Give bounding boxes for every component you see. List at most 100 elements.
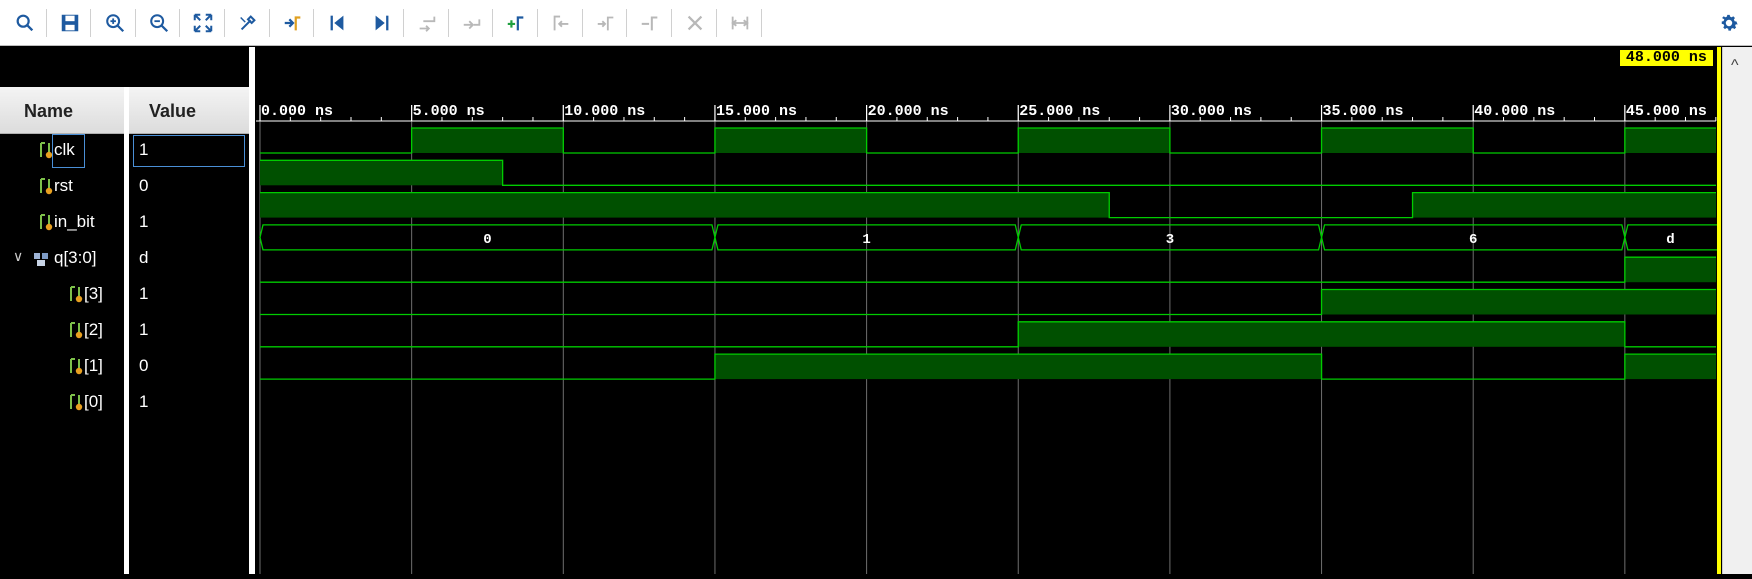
high-fill [1624,128,1716,153]
toolbar-separator [671,9,672,37]
signal-name: q[3:0] [54,248,97,267]
high-fill [1018,321,1625,347]
bus-value-label: d [1666,232,1674,248]
toolbar-separator [403,9,404,37]
go-to-start-button[interactable] [320,6,354,40]
toolbar-separator [716,9,717,37]
bus-value-label: 0 [483,232,491,248]
value-column-header[interactable]: Value [129,87,249,134]
vertical-scrollbar[interactable]: ^ [1722,47,1752,574]
tick-label: 35.000 ns [1323,103,1404,120]
signal-value-row[interactable]: 1 [133,387,245,419]
toolbar-separator [313,9,314,37]
signal-name-row[interactable]: in_bit [0,207,124,239]
swap-marker-button [633,6,667,40]
go-to-end-button[interactable] [365,6,399,40]
zoom-out-button[interactable] [142,6,176,40]
signal-value: 0 [139,176,149,195]
signal-name-row[interactable]: rst [0,171,124,203]
search-icon [16,14,34,32]
header-spacer [0,47,250,87]
high-fill [1321,128,1474,153]
values-panel: Value 101d1101 [129,87,249,574]
toolbar-separator [179,9,180,37]
bus-value-label: 6 [1469,232,1477,248]
signal-value-row[interactable]: 0 [133,351,245,383]
signal-value-row[interactable]: 1 [133,279,245,311]
signal-value: 0 [139,356,149,375]
signal-value: 1 [139,284,149,303]
pane-divider[interactable] [249,47,255,574]
signal-value: 1 [139,392,149,411]
toolbar-separator [46,9,47,37]
high-fill [411,128,564,153]
signal-name-row[interactable]: ∨ q[3:0] [0,243,124,275]
previous-marker-icon [553,15,569,31]
bus-value-label: 1 [862,232,870,248]
signal-value-row[interactable]: 1 [133,207,245,239]
toolbar-separator [269,9,270,37]
name-column-header[interactable]: Name [0,87,124,134]
high-fill [1412,192,1716,218]
go-to-cursor-button[interactable] [231,6,265,40]
next-cursor-icon [463,19,481,30]
selected-value-box [133,135,245,167]
search-button[interactable] [8,6,42,40]
tick-label: 15.000 ns [716,103,797,120]
signal-name-row[interactable]: [2] [0,315,124,347]
tick-label: 45.000 ns [1626,103,1707,120]
swap-cursors-icon [419,16,436,32]
signal-value-row[interactable]: 0 [133,171,245,203]
signal-value-row[interactable]: d [133,243,245,275]
signal-name: [0] [84,392,103,411]
signal-value-row[interactable]: 1 [133,315,245,347]
high-fill [260,160,503,186]
names-panel: Name clk rst in_bit ∨ q[3:0] [3] [2] [1] [0] [0,87,124,574]
signal-value: 1 [139,320,149,339]
swap-marker-icon [641,16,658,31]
waveform-svg: 0.000 ns 5.000 ns 10.000 ns 15.000 ns 20.000… [256,103,1727,574]
signal-name-row[interactable]: [1] [0,351,124,383]
next-marker-button [589,6,623,40]
signal-name-row[interactable]: [3] [0,279,124,311]
zoom-in-button[interactable] [98,6,132,40]
signal-name: in_bit [54,212,95,231]
settings-gear-icon[interactable] [1716,10,1742,36]
signal-bit-icon [68,394,84,412]
add-marker-icon [507,16,524,31]
high-fill [714,354,1322,380]
signal-name: [2] [84,320,103,339]
toolbar-separator [761,9,762,37]
add-marker-button[interactable] [499,6,533,40]
signal-name: [1] [84,356,103,375]
signal-name-row[interactable]: [0] [0,387,124,419]
high-fill [1624,257,1716,283]
scroll-up-icon[interactable]: ^ [1731,57,1739,75]
next-cursor-button [455,6,489,40]
toolbar-separator [537,9,538,37]
delete-marker-button [678,6,712,40]
signal-value: d [139,248,149,267]
signal-bit-icon [38,214,54,232]
toolbar-separator [448,9,449,37]
save-button[interactable] [53,6,87,40]
cursor-line[interactable] [1717,47,1721,574]
bit-wave [260,256,1716,283]
high-fill [260,192,1110,218]
delete-marker-icon [687,15,703,31]
signal-bit-icon [68,322,84,340]
high-fill [1624,354,1716,380]
toolbar-separator [135,9,136,37]
waveform-canvas[interactable]: 0.000 ns 5.000 ns 10.000 ns 15.000 ns 20.000… [256,47,1727,574]
zoom-out-icon [150,14,169,33]
previous-transition-button[interactable] [276,6,310,40]
high-fill [714,128,867,153]
high-fill [1018,128,1170,153]
signal-name: rst [54,176,73,195]
ruler-button [723,6,757,40]
ruler-icon [731,16,749,30]
tick-label: 5.000 ns [413,103,485,120]
collapse-chevron-icon[interactable]: ∨ [13,248,23,265]
zoom-fit-button[interactable] [186,6,220,40]
tick-label: 20.000 ns [868,103,949,120]
